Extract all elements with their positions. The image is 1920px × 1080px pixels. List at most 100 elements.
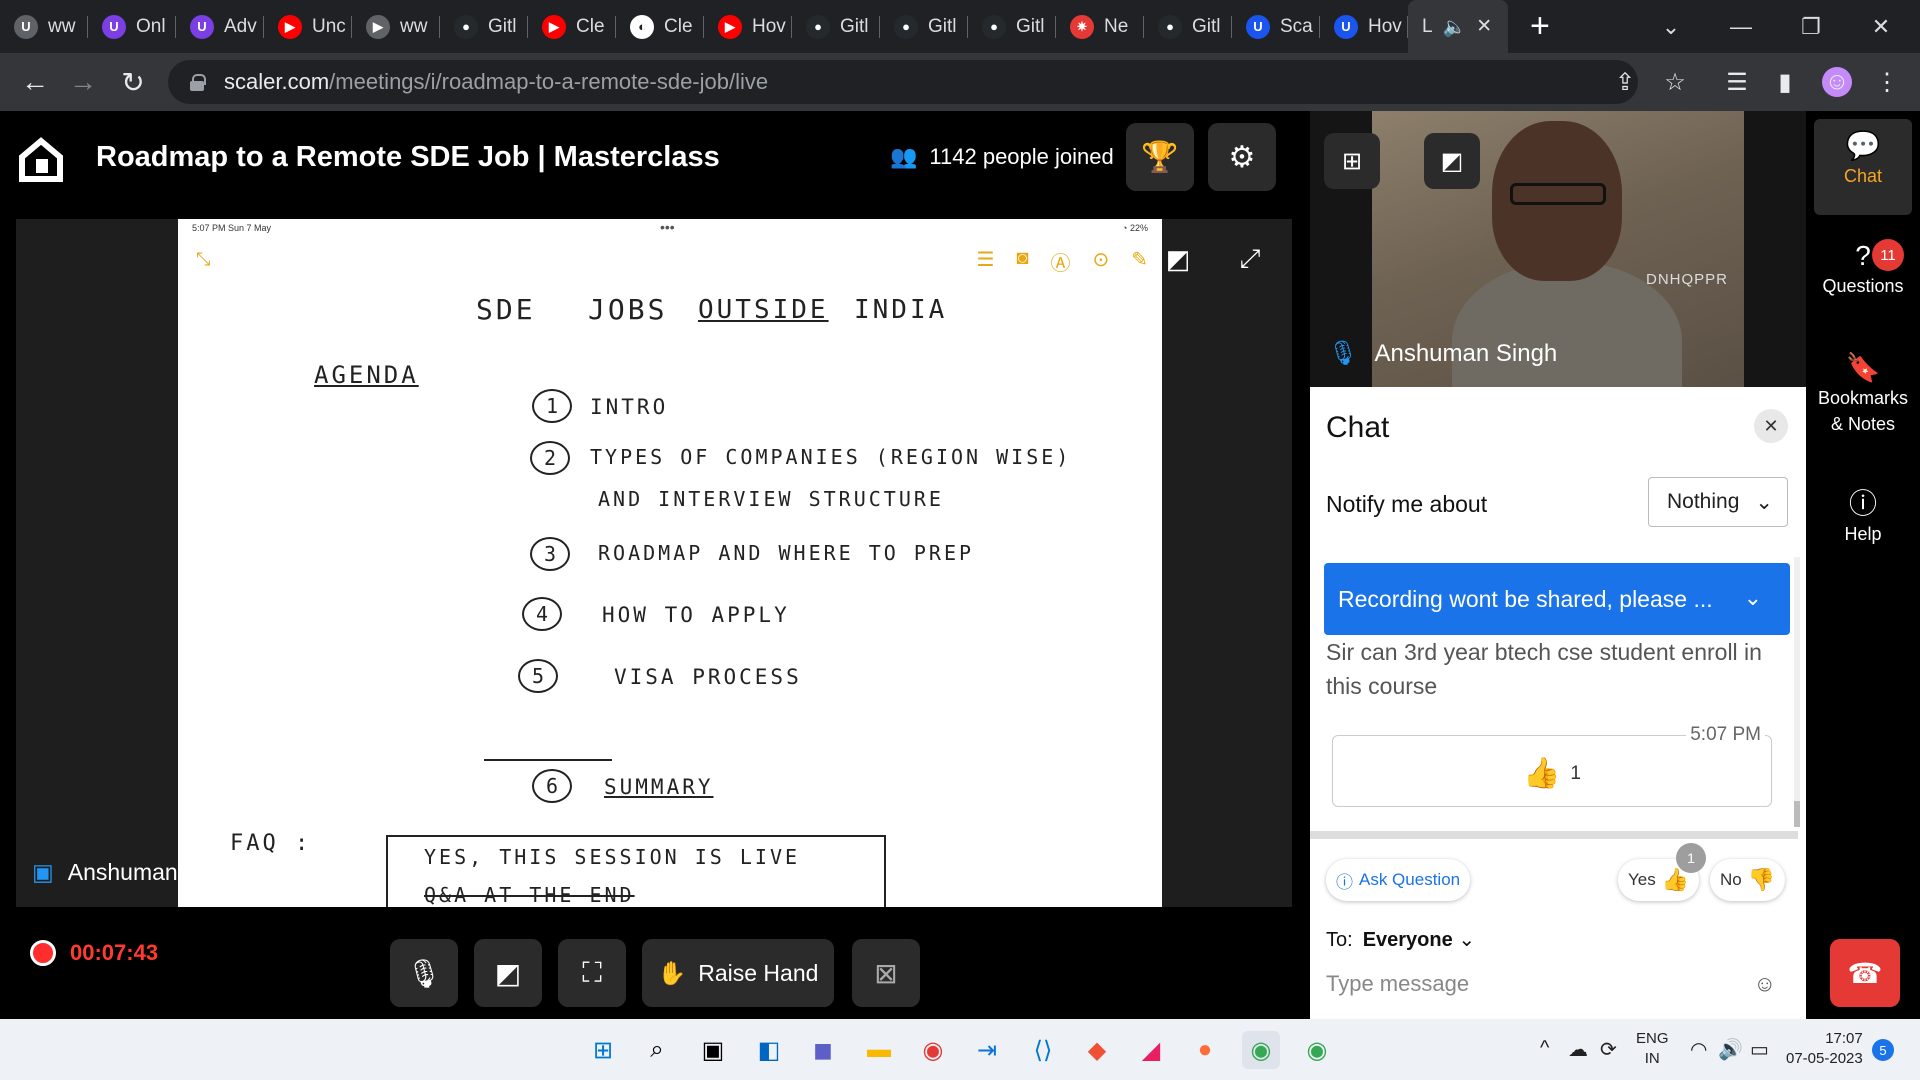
teams-icon[interactable]: ◼ bbox=[804, 1031, 842, 1069]
raise-hand-button[interactable]: ✋ Raise Hand bbox=[642, 939, 834, 1007]
video-toggle-button[interactable]: ◩ bbox=[1424, 133, 1480, 189]
rail-bookmarks[interactable]: 🔖 Bookmarks & Notes bbox=[1814, 354, 1912, 437]
bookmark-star-icon[interactable]: ☆ bbox=[1660, 67, 1690, 97]
notification-badge[interactable]: 5 bbox=[1872, 1039, 1894, 1061]
chevron-down-icon[interactable]: ⌄ bbox=[1744, 585, 1762, 611]
github-icon: ● bbox=[806, 14, 830, 39]
browser-tab[interactable]: ▶ ww bbox=[352, 0, 440, 53]
rail-chat[interactable]: 💬 Chat bbox=[1814, 119, 1912, 215]
browser-tab[interactable]: U Onl bbox=[88, 0, 176, 53]
reload-icon[interactable]: ↻ bbox=[114, 63, 152, 101]
chrome-profile-icon[interactable]: ◉ bbox=[1298, 1031, 1336, 1069]
new-tab-button[interactable]: + bbox=[1530, 7, 1550, 46]
edit-icon: ✎ bbox=[1131, 249, 1148, 271]
camera-button[interactable]: ◩ bbox=[474, 939, 542, 1007]
tray-cloud-icon[interactable]: ☁ bbox=[1568, 1037, 1588, 1062]
emoji-icon[interactable]: ☺ bbox=[1754, 971, 1776, 997]
screen-share-button[interactable]: ⊠ bbox=[852, 939, 920, 1007]
chrome-active-icon[interactable]: ◉ bbox=[1242, 1031, 1280, 1069]
focus-mode-button[interactable]: ⛶ bbox=[558, 939, 626, 1007]
ask-question-button[interactable]: ⓘ Ask Question bbox=[1326, 859, 1471, 901]
no-button[interactable]: No 👎 bbox=[1710, 859, 1786, 901]
recipient-row[interactable]: To: Everyone ⌄ bbox=[1326, 927, 1475, 952]
close-chat-button[interactable]: ✕ bbox=[1754, 409, 1788, 443]
chrome-icon[interactable]: ◉ bbox=[914, 1031, 952, 1069]
lock-icon[interactable] bbox=[190, 74, 206, 91]
close-tab-icon[interactable]: ✕ bbox=[1476, 15, 1492, 38]
record-dot-icon bbox=[30, 940, 56, 966]
fullscreen-icon[interactable]: ⤢ bbox=[1230, 239, 1270, 279]
browser-tab-label: ww bbox=[48, 15, 76, 37]
browser-tab[interactable]: ● Gitl bbox=[1144, 0, 1232, 53]
browser-tab[interactable]: U Adv bbox=[176, 0, 264, 53]
rail-help[interactable]: ⓘ Help bbox=[1814, 488, 1912, 547]
menu-kebab-icon[interactable]: ⋮ bbox=[1872, 67, 1902, 97]
wifi-icon[interactable]: ◠ bbox=[1690, 1037, 1707, 1062]
leave-call-button[interactable]: ☎ bbox=[1830, 939, 1900, 1007]
faq-box: YES, THIS SESSION IS LIVE Q&A AT THE END bbox=[386, 835, 886, 907]
participants-count[interactable]: 👥 1142 people joined bbox=[890, 144, 1114, 170]
side-panel-icon[interactable]: ▮ bbox=[1770, 67, 1800, 97]
ask-question-label: Ask Question bbox=[1359, 870, 1461, 889]
battery-icon[interactable]: ▭ bbox=[1750, 1037, 1769, 1062]
slide-tools: ☰ ◙ Ⓐ ⊙ ✎ bbox=[976, 247, 1148, 276]
media-queue-icon[interactable]: ☰ bbox=[1722, 67, 1752, 97]
system-clock[interactable]: 17:07 07-05-2023 bbox=[1786, 1029, 1863, 1069]
git-icon[interactable]: ◆ bbox=[1078, 1031, 1116, 1069]
address-bar[interactable]: scaler.com/meetings/i/roadmap-to-a-remot… bbox=[168, 60, 1638, 104]
chat-scrollbar[interactable] bbox=[1794, 557, 1800, 827]
pinned-message[interactable]: Recording wont be shared, please ... ⌄ bbox=[1324, 563, 1790, 635]
mic-button[interactable]: 🎙 bbox=[390, 939, 458, 1007]
browser-tab[interactable]: ● Gitl bbox=[968, 0, 1056, 53]
browser-tab[interactable]: ▶ Unc bbox=[264, 0, 352, 53]
file-explorer-icon[interactable]: ▬ bbox=[860, 1031, 898, 1069]
task-view-icon[interactable]: ▣ bbox=[694, 1031, 732, 1069]
meeting-app: Roadmap to a Remote SDE Job | Masterclas… bbox=[0, 111, 1920, 1019]
minimize-icon[interactable]: — bbox=[1706, 0, 1776, 53]
browser-tab[interactable]: ✷ Ne bbox=[1056, 0, 1144, 53]
reaction[interactable]: 👍 1 bbox=[1523, 756, 1581, 791]
tray-chevron-icon[interactable]: ^ bbox=[1540, 1037, 1549, 1060]
browser-tab[interactable]: ◐ Cle bbox=[616, 0, 704, 53]
browser-tab[interactable]: ▶ Cle bbox=[528, 0, 616, 53]
close-window-icon[interactable]: ✕ bbox=[1846, 0, 1916, 53]
tab-search-icon[interactable]: ⌄ bbox=[1636, 0, 1706, 53]
browser-tab[interactable]: ▶ Hov bbox=[704, 0, 792, 53]
restore-icon[interactable]: ❐ bbox=[1776, 0, 1846, 53]
language-indicator[interactable]: ENG IN bbox=[1636, 1029, 1669, 1069]
windows-start-icon[interactable]: ⊞ bbox=[584, 1031, 622, 1069]
leaderboard-button[interactable]: 🏆 bbox=[1126, 123, 1194, 191]
close-icon: ✕ bbox=[1763, 415, 1779, 436]
agenda-item: INTRO bbox=[590, 395, 669, 419]
volume-icon[interactable]: 🔊 bbox=[1718, 1037, 1743, 1062]
vscode-icon[interactable]: ⟨⟩ bbox=[1024, 1031, 1062, 1069]
browser-tab[interactable]: U Sca bbox=[1232, 0, 1320, 53]
forward-icon[interactable]: → bbox=[64, 63, 102, 101]
notify-select[interactable]: Nothing ⌄ bbox=[1648, 477, 1788, 527]
app-icon[interactable]: ◢ bbox=[1132, 1031, 1170, 1069]
scaler-logo-icon bbox=[19, 137, 63, 182]
speaker-icon[interactable]: 🔈 bbox=[1443, 15, 1467, 39]
tray-sync-icon[interactable]: ⟳ bbox=[1600, 1037, 1617, 1062]
youtube-icon: ▶ bbox=[542, 14, 566, 39]
settings-button[interactable]: ⚙ bbox=[1208, 123, 1276, 191]
app-icon[interactable]: ⇥ bbox=[968, 1031, 1006, 1069]
video-off-icon[interactable]: ◩ bbox=[1158, 239, 1198, 279]
info-icon: ⓘ bbox=[1848, 488, 1877, 519]
github-icon: ● bbox=[982, 14, 1006, 39]
search-icon[interactable]: ⌕ bbox=[638, 1031, 676, 1069]
widgets-icon[interactable]: ◧ bbox=[750, 1031, 788, 1069]
back-icon[interactable]: ← bbox=[16, 63, 54, 101]
agenda-item: VISA PROCESS bbox=[614, 665, 802, 689]
browser-tab[interactable]: U Hov bbox=[1320, 0, 1408, 53]
browser-tab[interactable]: Uww bbox=[0, 0, 88, 53]
browser-tab-active[interactable]: L 🔈 ✕ bbox=[1408, 0, 1508, 53]
share-icon[interactable]: ⇪ bbox=[1610, 67, 1640, 97]
browser-tab[interactable]: ● Gitl bbox=[440, 0, 528, 53]
profile-avatar[interactable]: ☺ bbox=[1822, 67, 1852, 97]
browser-tab[interactable]: ● Gitl bbox=[792, 0, 880, 53]
browser-tab[interactable]: ● Gitl bbox=[880, 0, 968, 53]
grid-view-button[interactable]: ⊞ bbox=[1324, 133, 1380, 189]
message-input[interactable]: Type message bbox=[1326, 971, 1766, 997]
postman-icon[interactable]: ● bbox=[1186, 1031, 1224, 1069]
